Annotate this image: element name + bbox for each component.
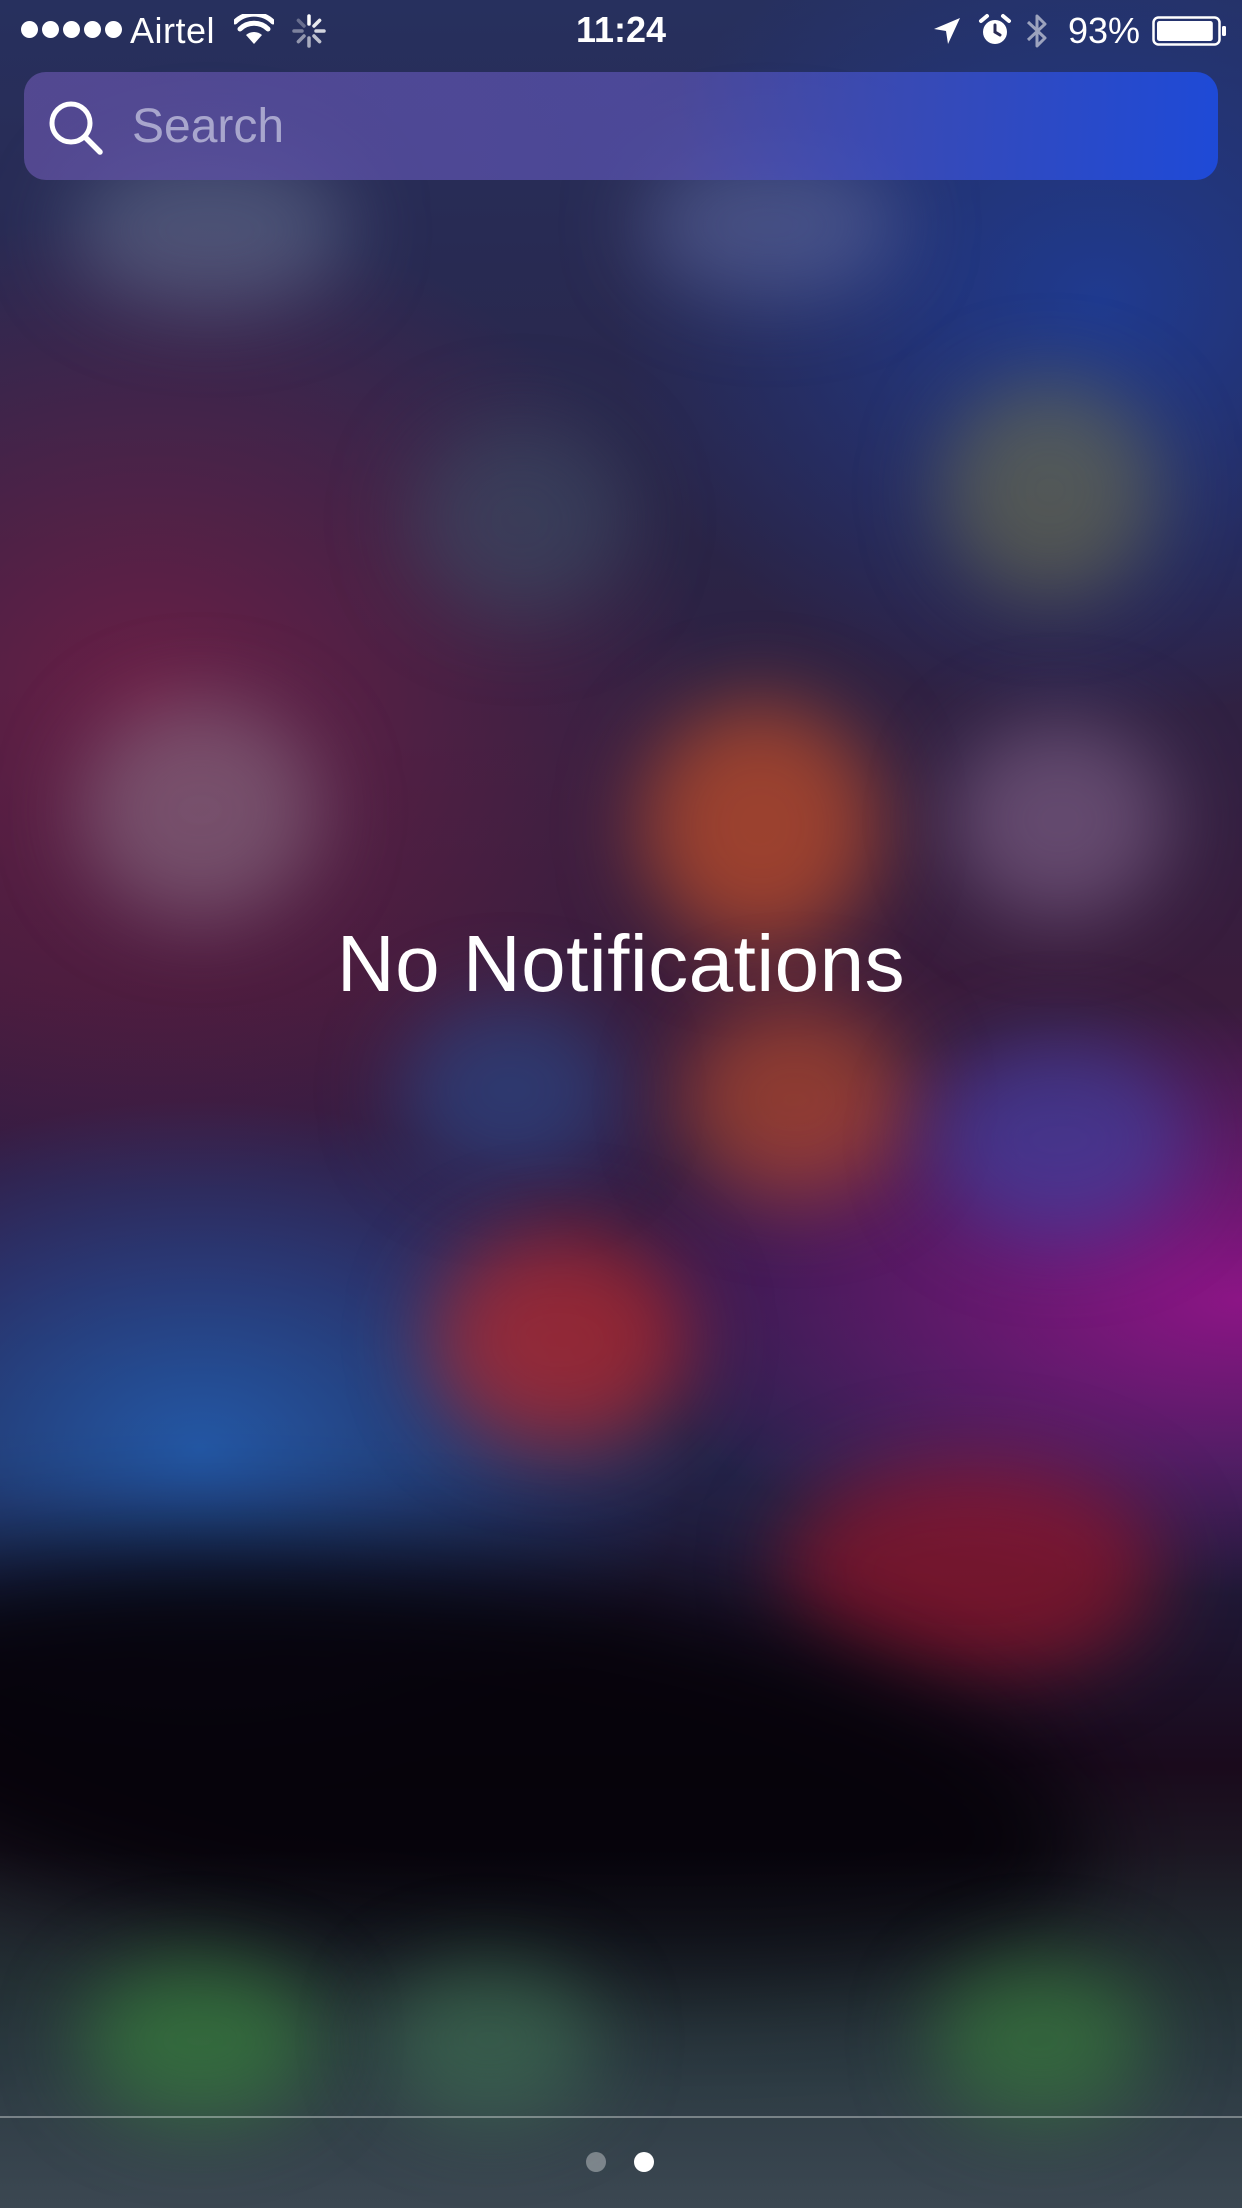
wallpaper-blob [410,420,630,620]
activity-spinner-icon [292,14,326,48]
bluetooth-icon [1026,14,1047,48]
carrier-name: Airtel [130,10,216,51]
battery-percentage: 93% [1068,10,1141,51]
wallpaper-blob [780,1460,1160,1680]
wallpaper-blob [430,1230,690,1450]
cellular-signal-icon [21,21,122,38]
wallpaper-blob [640,700,880,950]
location-arrow-icon [934,18,960,44]
wallpaper-blob [680,1000,910,1200]
page-dot-1[interactable] [586,2152,606,2172]
page-indicator[interactable] [586,2152,654,2172]
divider [0,2116,1242,2118]
wallpaper-blob [400,1000,620,1180]
wallpaper-blob [80,1960,320,2120]
search-icon [49,101,103,155]
status-bar: Airtel 11:24 93% [0,0,1242,60]
wallpaper-blob [930,1040,1190,1240]
wallpaper-blob [940,380,1160,600]
search-bar[interactable] [24,72,1218,180]
wallpaper-blob [80,700,320,920]
page-dot-2-current[interactable] [634,2152,654,2172]
no-notifications-message: No Notifications [336,919,906,1008]
search-input[interactable] [132,96,1182,156]
blurred-wallpaper [0,0,1242,2208]
alarm-clock-icon [979,14,1011,44]
wallpaper-blob [380,1960,600,2120]
wallpaper-blob [930,1960,1150,2120]
wifi-icon [234,14,274,44]
battery-icon [1152,16,1226,46]
wallpaper-blob [950,720,1170,920]
